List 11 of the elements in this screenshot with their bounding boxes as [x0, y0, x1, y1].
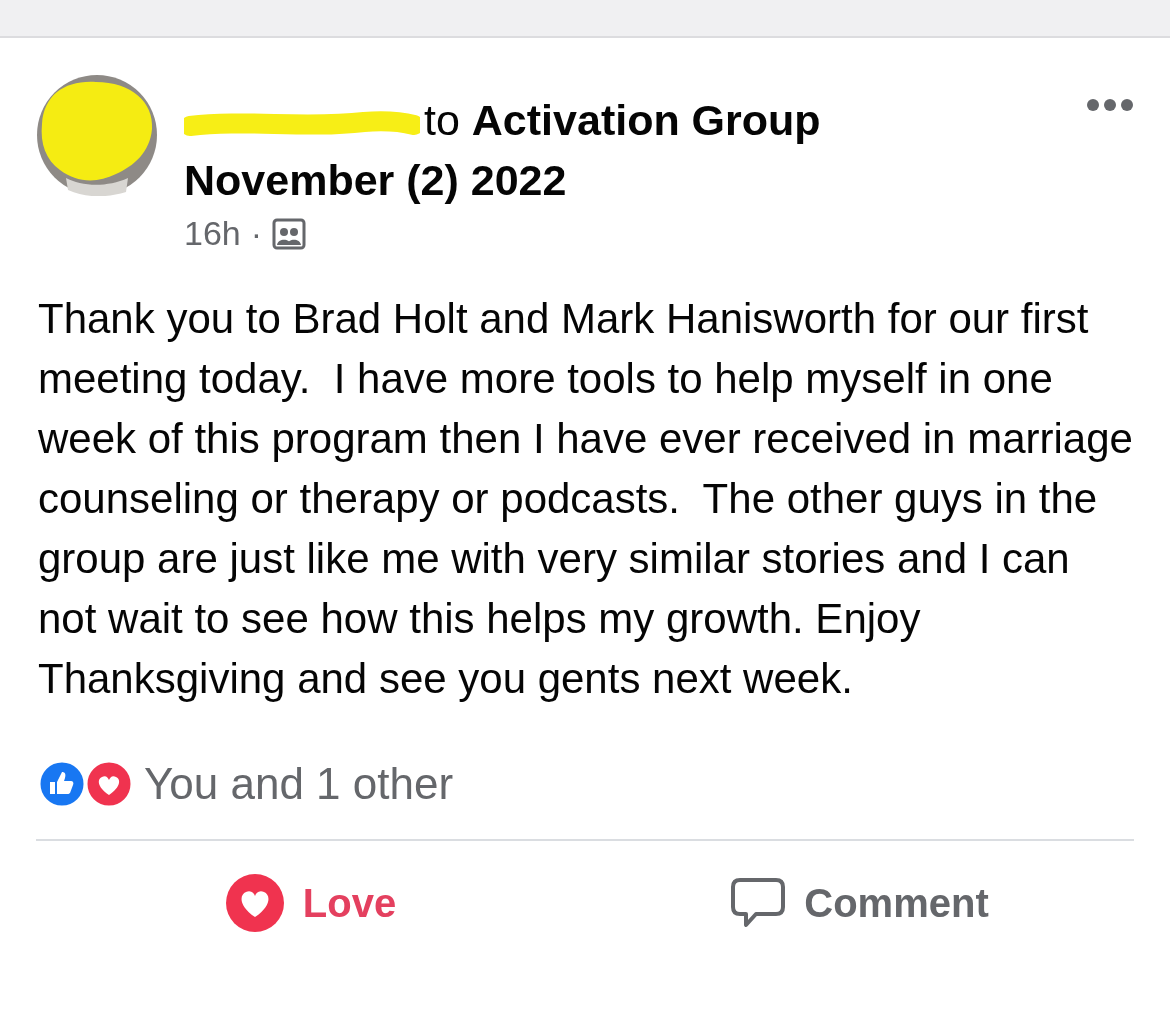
speech-bubble-icon: [730, 877, 787, 929]
avatar-icon[interactable]: [36, 74, 158, 196]
post-header: to Activation Group November (2) 2022: [184, 95, 822, 206]
reaction-summary[interactable]: You and 1 other: [144, 759, 454, 809]
post-time[interactable]: 16h: [184, 214, 241, 253]
more-icon[interactable]: [1086, 98, 1134, 112]
love-button[interactable]: Love: [36, 841, 585, 965]
post-text: Thank you to Brad Holt and Mark Hanisworth for our first meeting today. I have more tools to help myself in one week of this program then I have ever received in marriage counseling or therapy or podcasts. The other guys in the group are just like me with very similar stories and I can not wait to see how this helps my growth. Enjoy Thanksgiving and see you gents next week.: [38, 294, 1134, 704]
group-icon: [272, 217, 307, 250]
separator-dot: ·: [250, 214, 263, 253]
comment-button[interactable]: Comment: [585, 841, 1134, 965]
